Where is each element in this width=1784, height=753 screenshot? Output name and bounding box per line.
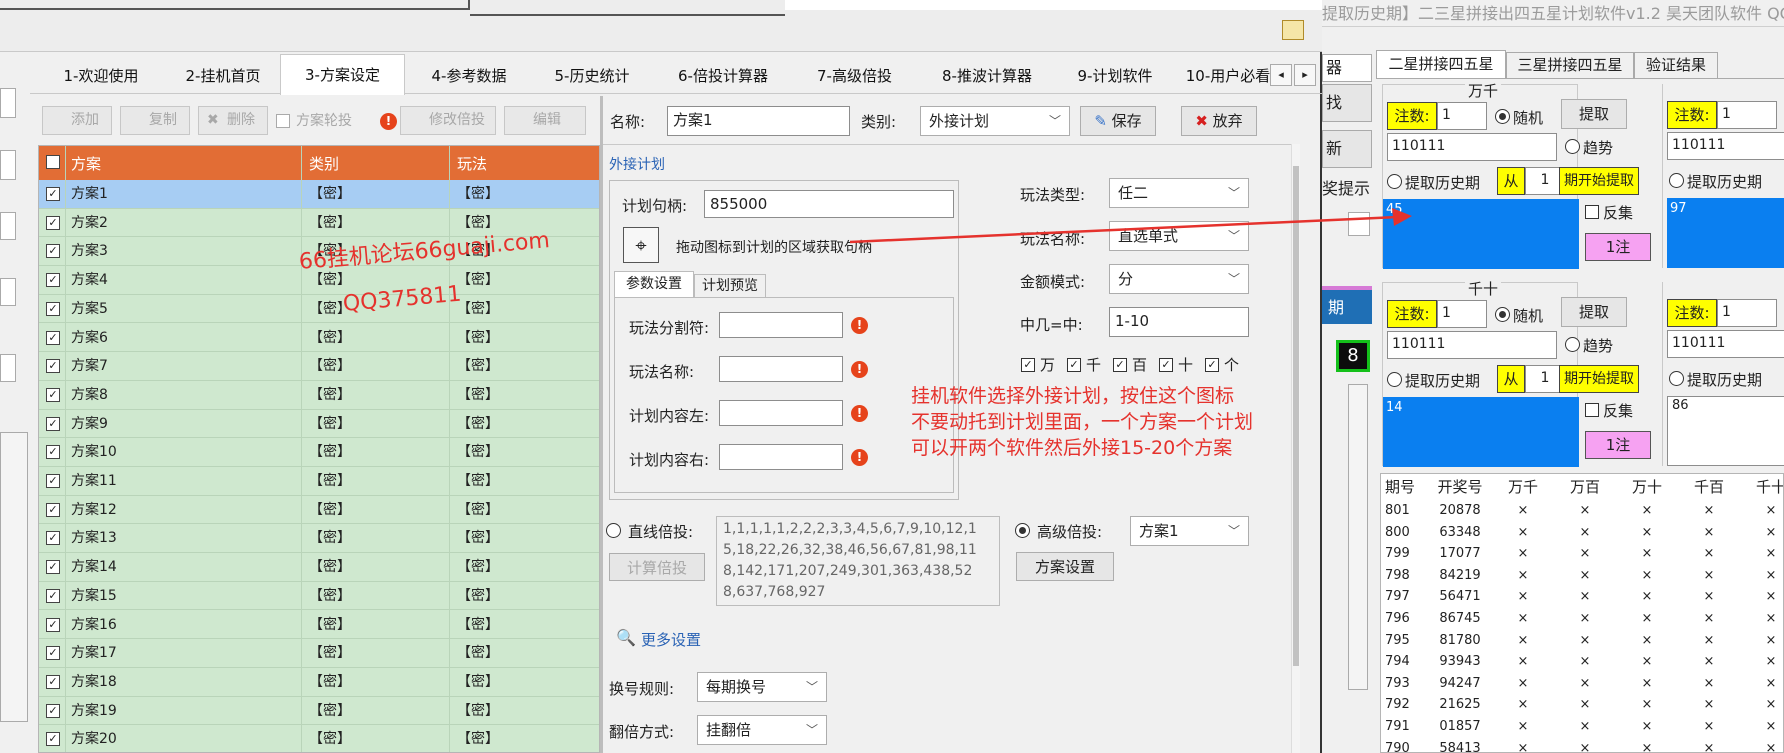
annotation-arrow	[849, 208, 1412, 244]
arrow-head	[1392, 208, 1412, 226]
arrow-line	[849, 215, 1399, 244]
